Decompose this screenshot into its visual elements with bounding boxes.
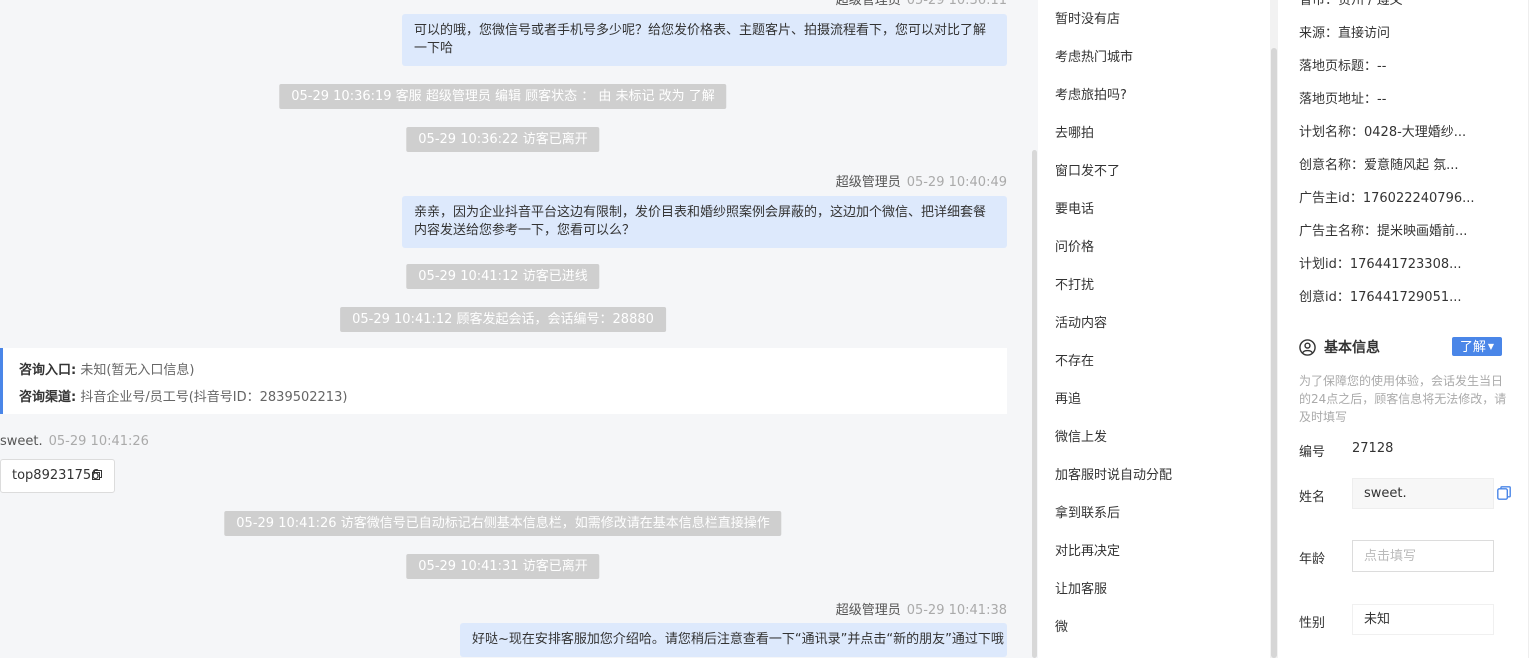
customer-status-value: 了解 [1459, 340, 1486, 355]
quick-reply-item[interactable]: 考虑旅拍吗? [1055, 84, 1127, 103]
system-notice: 05-29 10:41:12 顾客发起会话，会话编号：28880 [340, 307, 666, 332]
age-label: 年龄 [1299, 552, 1326, 567]
message-time: 05-29 10:41:26 [48, 434, 149, 449]
sender-name: 超级管理员 [835, 0, 901, 8]
info-row-advertiser-name: 广告主名称：提米映画婚前... [1299, 224, 1468, 239]
system-notice: 05-29 10:41:12 访客已进线 [406, 264, 600, 289]
quick-reply-item[interactable]: 窗口发不了 [1055, 160, 1120, 179]
message-time: 05-29 10:36:11 [906, 0, 1007, 8]
gender-field[interactable]: 未知 [1352, 604, 1494, 635]
info-row-plan-name: 计划名称：0428-大理婚纱... [1299, 125, 1467, 140]
edit-deadline-hint: 为了保障您的使用体验，会话发生当日的24点之后，顾客信息将无法修改，请及时填写 [1299, 374, 1507, 424]
quick-reply-item[interactable]: 加客服时说自动分配 [1055, 464, 1172, 483]
customer-status-dropdown[interactable]: 了解 ▼ [1452, 337, 1502, 356]
quick-reply-item[interactable]: 让加客服 [1055, 578, 1107, 597]
message-sender: 超级管理员 05-29 10:41:38 [836, 599, 1007, 618]
info-row-landing-url: 落地页地址：-- [1299, 92, 1387, 107]
message-sender: 超级管理员 05-29 10:36:11 [836, 0, 1007, 8]
quick-reply-item[interactable]: 暂时没有店 [1055, 8, 1120, 27]
quick-reply-item[interactable]: 微信上发 [1055, 426, 1107, 445]
id-value: 27128 [1352, 441, 1394, 456]
user-circle-icon [1299, 338, 1316, 356]
info-row-advertiser-id: 广告主id：176022240796... [1299, 191, 1475, 206]
message-time: 05-29 10:41:38 [906, 603, 1007, 618]
quick-reply-item[interactable]: 去哪拍 [1055, 122, 1094, 141]
info-row-region: 省市：贵州 / 遵义 [1299, 0, 1403, 8]
info-row-source: 来源：直接访问 [1299, 26, 1391, 41]
visitor-name: sweet. [0, 434, 43, 449]
quick-reply-list: 暂时没有店 考虑热门城市 考虑旅拍吗? 去哪拍 窗口发不了 要电话 问价格 不打… [1038, 0, 1270, 658]
quick-reply-item[interactable]: 问价格 [1055, 236, 1094, 255]
quick-reply-item[interactable]: 拿到联系后 [1055, 502, 1120, 521]
age-input[interactable] [1352, 540, 1494, 572]
agent-message-bubble: 好哒~现在安排客服加您介绍哈。请您稍后注意查看一下“通讯录”并点击“新的朋友”通… [460, 623, 1007, 657]
caret-down-icon: ▼ [1487, 342, 1495, 351]
basic-info-title: 基本信息 [1299, 337, 1380, 357]
quick-reply-scrollbar[interactable] [1270, 0, 1278, 658]
quick-reply-item[interactable]: 对比再决定 [1055, 540, 1120, 559]
message-time: 05-29 10:40:49 [906, 175, 1007, 190]
quick-reply-item[interactable]: 考虑热门城市 [1055, 46, 1133, 65]
sender-name: 超级管理员 [835, 175, 901, 190]
gender-label: 性别 [1299, 616, 1326, 631]
wechat-id-text: top89231756 [12, 468, 100, 483]
info-row-landing-title: 落地页标题：-- [1299, 59, 1387, 74]
name-label: 姓名 [1299, 490, 1326, 505]
quick-reply-item[interactable]: 活动内容 [1055, 312, 1107, 331]
channel-value: 抖音企业号/员工号(抖音号ID：2839502213) [80, 390, 348, 405]
entry-value: 未知(暂无入口信息) [80, 363, 195, 378]
quick-reply-scrollbar-thumb[interactable] [1271, 48, 1277, 658]
info-row-plan-id: 计划id：176441723308... [1299, 257, 1462, 272]
consult-entry-card: 咨询入口: 未知(暂无入口信息) 咨询渠道: 抖音企业号/员工号(抖音号ID：2… [0, 348, 1007, 414]
id-label: 编号 [1299, 445, 1326, 460]
info-row-creative-name: 创意名称：爱意随风起 氛... [1299, 158, 1459, 173]
customer-info-panel: 省市：贵州 / 遵义 来源：直接访问 落地页标题：-- 落地页地址：-- 计划名… [1278, 0, 1537, 658]
system-notice: 05-29 10:36:22 访客已离开 [406, 127, 600, 152]
agent-message-bubble: 亲亲，因为企业抖音平台这边有限制，发价目表和婚纱照案例会屏蔽的，这边加个微信、把… [402, 196, 1007, 248]
system-notice: 05-29 10:41:31 访客已离开 [406, 554, 600, 579]
visitor-wechat-tag[interactable]: top89231756 [0, 459, 115, 493]
entry-label: 咨询入口: [19, 363, 77, 378]
system-notice: 05-29 10:36:19 客服 超级管理员 编辑 顾客状态 ： 由 未标记 … [279, 84, 727, 109]
name-field[interactable]: sweet. [1352, 478, 1494, 509]
channel-label: 咨询渠道: [19, 390, 77, 405]
system-notice: 05-29 10:41:26 访客微信号已自动标记右侧基本信息栏，如需修改请在基… [224, 511, 782, 536]
basic-info-title-text: 基本信息 [1324, 340, 1380, 356]
sender-name: 超级管理员 [835, 603, 901, 618]
chat-scrollbar[interactable] [1030, 0, 1038, 658]
agent-message-bubble: 可以的哦，您微信号或者手机号多少呢？给您发价格表、主题客片、拍摄流程看下，您可以… [402, 14, 1007, 66]
info-row-creative-id: 创意id：176441729051... [1299, 290, 1462, 305]
quick-reply-item[interactable]: 不打扰 [1055, 274, 1094, 293]
edit-icon[interactable] [1497, 486, 1511, 500]
chat-scrollbar-thumb[interactable] [1032, 150, 1037, 658]
quick-reply-item[interactable]: 再追 [1055, 388, 1081, 407]
quick-reply-item[interactable]: 要电话 [1055, 198, 1094, 217]
chat-panel: 超级管理员 05-29 10:36:11 可以的哦，您微信号或者手机号多少呢？给您… [0, 0, 1030, 658]
copy-icon[interactable] [92, 470, 102, 480]
quick-reply-item[interactable]: 不存在 [1055, 350, 1094, 369]
quick-reply-item[interactable]: 微 [1055, 616, 1068, 635]
visitor-sender: sweet. 05-29 10:41:26 [0, 434, 149, 449]
info-scrollbar[interactable] [1528, 0, 1537, 658]
message-sender: 超级管理员 05-29 10:40:49 [836, 171, 1007, 190]
